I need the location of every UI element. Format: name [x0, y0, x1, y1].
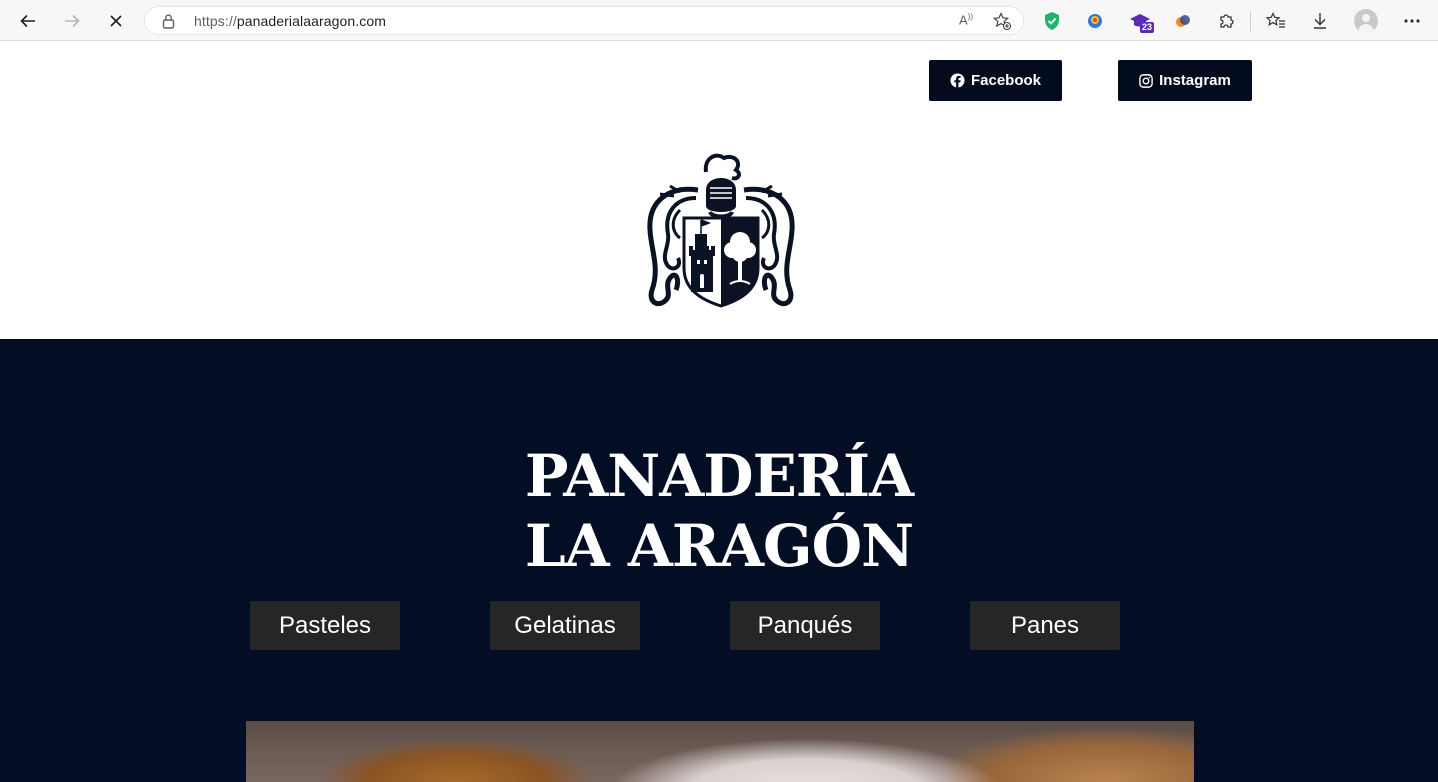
instagram-button[interactable]: Instagram [1118, 60, 1252, 101]
panes-button[interactable]: Panes [970, 601, 1120, 650]
profile-avatar[interactable] [1354, 9, 1378, 33]
stop-icon[interactable] [101, 6, 131, 36]
facebook-label: Facebook [970, 72, 1042, 89]
lock-icon[interactable] [162, 13, 175, 34]
title-line-2: LA ARAGÓN [524, 512, 914, 580]
browser-toolbar: https://panaderialaaragon.com A)) 23 [0, 0, 1438, 41]
add-favorite-icon[interactable] [993, 12, 1012, 35]
read-aloud-glyph: A [959, 12, 968, 28]
instagram-label: Instagram [1159, 72, 1231, 89]
color-extension-icon[interactable] [1083, 9, 1107, 33]
forward-icon[interactable] [57, 6, 87, 36]
address-bar[interactable]: https://panaderialaaragon.com A)) [144, 6, 1024, 35]
crest-logo[interactable] [640, 150, 802, 312]
url-text[interactable]: https://panaderialaaragon.com [194, 13, 386, 29]
page-title: PANADERÍA LA ARAGÓN [0, 441, 1438, 581]
bakery-photo [246, 721, 1194, 782]
title-line-1: PANADERÍA [524, 442, 914, 510]
facebook-button[interactable]: Facebook [929, 60, 1062, 101]
read-aloud-icon[interactable]: A)) [959, 12, 973, 27]
back-icon[interactable] [13, 6, 43, 36]
panques-button[interactable]: Panqués [730, 601, 880, 650]
url-host: panaderialaaragon.com [236, 13, 387, 29]
more-icon[interactable] [1400, 9, 1424, 33]
instagram-icon [1139, 73, 1153, 88]
extension-badge: 23 [1140, 22, 1155, 33]
gelatinas-button[interactable]: Gelatinas [490, 601, 640, 650]
pasteles-button[interactable]: Pasteles [250, 601, 400, 650]
url-scheme: https:// [194, 13, 237, 29]
toolbar-separator [1250, 11, 1251, 31]
graduation-extension-icon[interactable]: 23 [1128, 9, 1155, 33]
puzzle-extensions-icon[interactable] [1215, 9, 1239, 33]
facebook-icon [950, 73, 965, 88]
shield-extension-icon[interactable] [1040, 9, 1064, 33]
orange-extension-icon[interactable] [1171, 9, 1195, 33]
hero-section: PANADERÍA LA ARAGÓN Pasteles Gelatinas P… [0, 339, 1438, 782]
favorites-icon[interactable] [1264, 9, 1288, 33]
downloads-icon[interactable] [1308, 9, 1332, 33]
